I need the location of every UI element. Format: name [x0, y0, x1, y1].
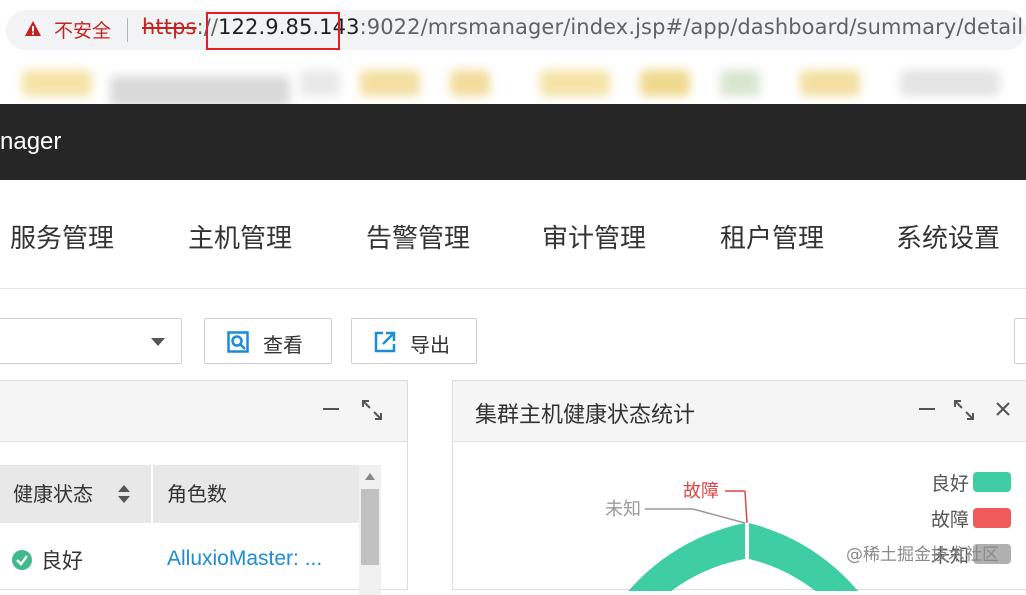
health-status-text: 良好: [41, 549, 83, 573]
menu-item-tenants[interactable]: 租户管理: [720, 218, 824, 255]
legend-label-good[interactable]: 良好: [931, 469, 969, 496]
unknown-leader-line: [692, 508, 746, 524]
url-protocol: https: [142, 15, 197, 39]
column-header-roles[interactable]: 角色数: [167, 465, 227, 523]
chart-panel-title: 集群主机健康状态统计: [475, 403, 696, 428]
roles-link[interactable]: AlluxioMaster: ...: [167, 547, 322, 571]
scroll-up-arrow-icon[interactable]: [365, 473, 375, 480]
menu-item-services[interactable]: 服务管理: [10, 218, 114, 255]
legend-swatch-fault[interactable]: [973, 508, 1011, 528]
export-icon: [374, 331, 396, 353]
blurred-bookmark: [360, 70, 420, 96]
host-list-panel: 健康状态 角色数 良好 AlluxioMaster: ...: [0, 380, 408, 595]
blurred-bookmark: [800, 70, 860, 96]
minimize-icon[interactable]: [919, 407, 935, 411]
export-button-label: 导出: [410, 333, 450, 357]
legend-swatch-good[interactable]: [973, 472, 1011, 492]
maximize-icon[interactable]: [953, 399, 975, 421]
main-menu: 服务管理 主机管理 告警管理 审计管理 租户管理 系统设置: [0, 180, 1026, 289]
blurred-bookmark: [450, 70, 490, 96]
export-button[interactable]: 导出: [351, 318, 477, 364]
toolbar-edge-button[interactable]: [1014, 318, 1026, 364]
chart-panel-header: 集群主机健康状态统计: [453, 381, 1026, 442]
url-path: :9022/mrsmanager/index.jsp#/app/dashboar…: [359, 15, 1024, 39]
view-button[interactable]: 查看: [204, 318, 332, 364]
menu-item-alarms[interactable]: 告警管理: [366, 218, 470, 255]
menu-item-hosts[interactable]: 主机管理: [188, 218, 292, 255]
bookmarks-bar-blurred: [0, 62, 1026, 106]
blurred-bookmark: [110, 76, 290, 106]
donut-segment-good[interactable]: [613, 523, 745, 591]
watermark-text: @稀土掘金技术社区: [846, 545, 999, 565]
check-circle-icon: [12, 550, 32, 570]
blurred-bookmark: [900, 70, 1000, 96]
insecure-label[interactable]: 不安全: [54, 16, 111, 43]
omnibox-divider: [127, 18, 128, 42]
table-header: 健康状态 角色数: [0, 465, 359, 523]
column-divider: [151, 465, 153, 523]
column-header-health[interactable]: 健康状态: [13, 465, 93, 523]
warning-icon[interactable]: [24, 20, 42, 38]
host-highlight-box: [206, 12, 340, 50]
maximize-icon[interactable]: [361, 399, 383, 421]
search-view-icon: [227, 331, 249, 353]
legend-label-fault[interactable]: 故障: [931, 505, 969, 532]
blurred-bookmark: [540, 70, 610, 96]
vertical-scrollbar[interactable]: [359, 465, 381, 595]
blurred-bookmark: [720, 70, 760, 96]
browser-address-bar: 不安全 https://122.9.85.143:9022/mrsmanager…: [0, 0, 1026, 62]
blurred-bookmark: [300, 70, 340, 96]
fault-leader-line: [744, 490, 748, 524]
blurred-bookmark: [640, 70, 690, 96]
app-header: nager: [0, 104, 1026, 180]
minimize-icon[interactable]: [323, 407, 339, 411]
chart-annotation-unknown: 未知: [605, 499, 641, 520]
filter-select[interactable]: [0, 318, 182, 364]
host-list-panel-header: [0, 381, 407, 442]
dropdown-caret-icon: [151, 338, 165, 346]
sort-icon[interactable]: [117, 484, 131, 504]
view-button-label: 查看: [263, 333, 303, 357]
blurred-bookmark: [22, 70, 92, 96]
scrollbar-thumb[interactable]: [361, 489, 379, 565]
close-icon[interactable]: [995, 401, 1011, 417]
chart-annotation-fault: 故障: [683, 481, 719, 502]
app-title: nager: [0, 128, 62, 155]
menu-item-system-settings[interactable]: 系统设置: [896, 218, 1000, 255]
menu-item-audit[interactable]: 审计管理: [542, 218, 646, 255]
